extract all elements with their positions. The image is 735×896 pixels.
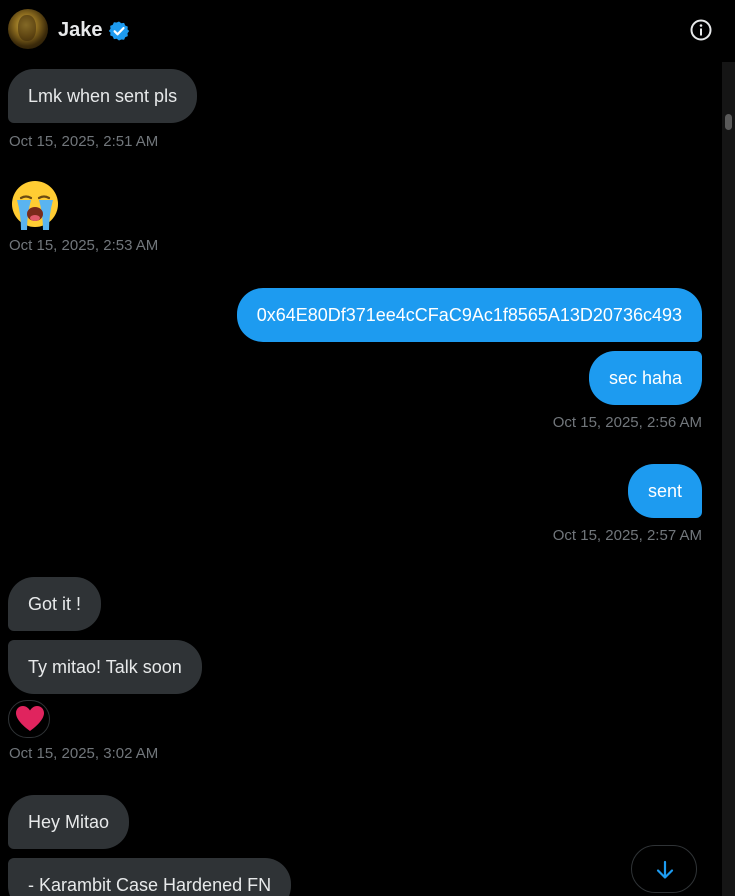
message-reaction[interactable] [8,700,50,738]
message-bubble-incoming[interactable]: Lmk when sent pls [8,69,198,123]
message-bubble-outgoing[interactable]: sent [627,464,702,518]
heart-icon [16,706,44,731]
message-bubble-outgoing[interactable]: sec haha [588,351,702,405]
message-timestamp: Oct 15, 2025, 2:57 AM [552,527,702,544]
dm-conversation: Jake Lmk when sent pls Oct 15, 2025, 2:5… [0,0,735,896]
arrow-down-icon [656,860,674,879]
message-timestamp: Oct 15, 2025, 2:51 AM [9,133,159,150]
message-bubble-incoming[interactable]: - Karambit Case Hardened FN [8,858,292,896]
loudly-crying-emoji-icon[interactable] [9,180,61,232]
message-timestamp: Oct 15, 2025, 3:02 AM [9,745,159,762]
message-timestamp: Oct 15, 2025, 2:53 AM [9,237,159,254]
scrollbar[interactable] [722,62,735,896]
message-bubble-incoming[interactable]: Hey Mitao [8,795,130,849]
message-timestamp: Oct 15, 2025, 2:56 AM [552,414,702,431]
contact-name[interactable]: Jake [58,19,103,42]
message-bubble-incoming[interactable]: Got it ! [8,577,102,631]
info-icon[interactable] [689,18,713,42]
avatar[interactable] [8,9,48,49]
message-bubble-incoming[interactable]: Ty mitao! Talk soon [8,640,202,694]
scrollbar-thumb[interactable] [725,114,732,130]
verified-badge-icon [108,21,130,41]
scroll-to-bottom-button[interactable] [631,845,697,893]
message-bubble-outgoing[interactable]: 0x64E80Df371ee4cCFaC9Ac1f8565A13D20736c4… [236,288,702,342]
conversation-header: Jake [0,0,735,62]
